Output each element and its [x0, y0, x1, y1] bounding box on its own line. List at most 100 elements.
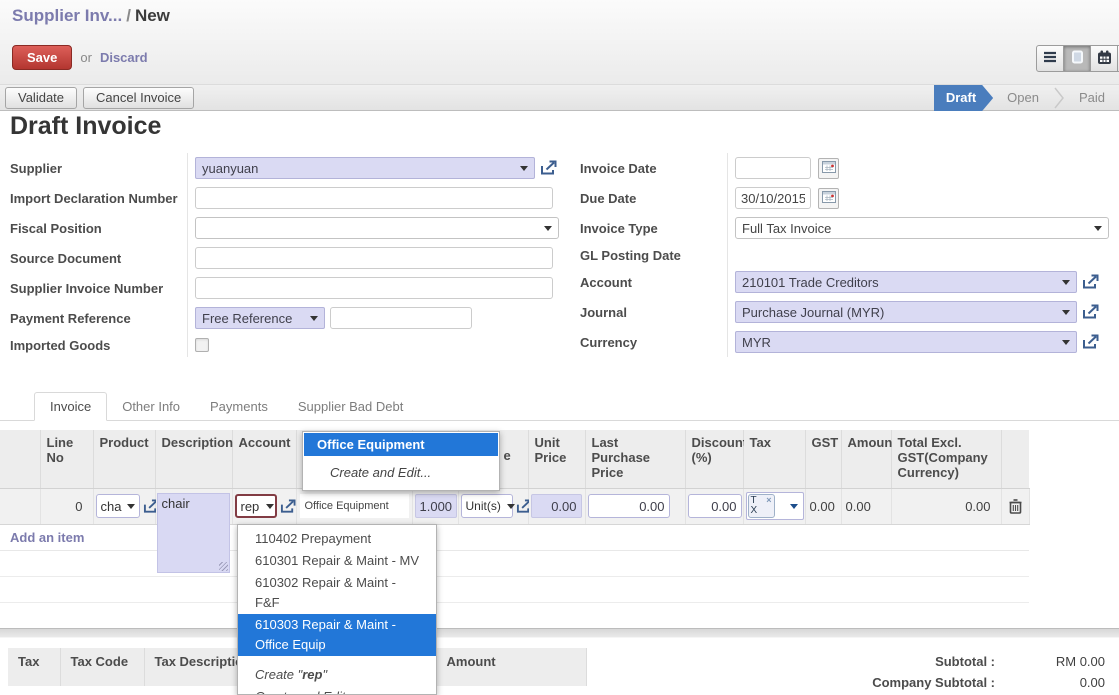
due-date-label: Due Date	[580, 183, 728, 213]
source-document-label: Source Document	[10, 243, 188, 273]
tax-tags-widget[interactable]: TX×	[746, 492, 804, 520]
dropdown-create-and-edit[interactable]: Create and Edit...	[238, 686, 436, 695]
view-switcher	[1036, 45, 1119, 72]
payment-reference-type-select[interactable]: Free Reference	[195, 307, 325, 329]
gst-header: GST	[805, 430, 841, 488]
delete-column-header	[1001, 430, 1029, 488]
open-record-icon[interactable]	[1082, 334, 1099, 350]
cancel-invoice-button[interactable]: Cancel Invoice	[83, 87, 194, 109]
tax-amount-col-header: Amount	[436, 648, 586, 686]
tab-other-info[interactable]: Other Info	[107, 393, 195, 420]
unit-price-input[interactable]	[531, 494, 582, 518]
dropdown-option-repair-office-equip[interactable]: 610303 Repair & Maint - Office Equip	[238, 614, 436, 656]
quantity-input[interactable]	[415, 494, 457, 518]
lines-header-row: Line No Product Description Account e Un…	[0, 430, 1029, 488]
breadcrumb: Supplier Inv.../New	[12, 6, 170, 26]
dropdown-option-repair-mv[interactable]: 610301 Repair & Maint - MV	[238, 550, 436, 572]
gl-posting-date-label: GL Posting Date	[580, 243, 728, 267]
description-cell: chair	[155, 488, 232, 524]
asset-category-input[interactable]: Office Equipment	[300, 494, 409, 518]
delete-line-cell	[1001, 488, 1029, 524]
open-record-icon[interactable]	[540, 160, 557, 176]
row-handle-cell[interactable]	[0, 488, 40, 524]
currency-field[interactable]: MYR	[735, 331, 1077, 353]
journal-field[interactable]: Purchase Journal (MYR)	[735, 301, 1077, 323]
calendar-icon	[1097, 50, 1112, 68]
state-pipeline: Draft Open Paid	[934, 85, 1119, 111]
invoice-line-row: 0 cha chair rep	[0, 488, 1029, 524]
open-record-icon[interactable]	[1082, 304, 1099, 320]
supplier-field[interactable]: yuanyuan	[195, 157, 535, 179]
notebook-tabs: Invoice Other Info Payments Supplier Bad…	[0, 392, 1119, 421]
subtotal-value: RM 0.00	[995, 651, 1105, 672]
calendar-view-button[interactable]	[1090, 45, 1118, 72]
remove-tag-icon[interactable]: ×	[766, 495, 771, 505]
dropdown-option-prepayment[interactable]: 110402 Prepayment	[238, 528, 436, 550]
section-divider[interactable]	[0, 628, 1119, 638]
payment-reference-input[interactable]	[330, 307, 472, 329]
due-date-input[interactable]	[735, 187, 811, 209]
tab-supplier-bad-debt[interactable]: Supplier Bad Debt	[283, 393, 419, 420]
due-date-picker-button[interactable]	[818, 188, 839, 209]
imported-goods-checkbox[interactable]	[195, 338, 209, 352]
tax-col-header: Tax	[8, 648, 60, 686]
add-item-row: Add an item	[0, 524, 1029, 550]
add-an-item-link[interactable]: Add an item	[10, 530, 84, 545]
validate-button[interactable]: Validate	[5, 87, 77, 109]
totals-block: Subtotal : RM 0.00 Company Subtotal : 0.…	[775, 651, 1105, 693]
tab-payments[interactable]: Payments	[195, 393, 283, 420]
import-declaration-number-input[interactable]	[195, 187, 553, 209]
save-button[interactable]: Save	[12, 45, 72, 70]
currency-label: Currency	[580, 327, 728, 357]
empty-line-row	[0, 550, 1029, 576]
handle-column-header	[0, 430, 40, 488]
category-autocomplete-dropdown: Office Equipment Create and Edit...	[302, 431, 500, 491]
discard-link[interactable]: Discard	[100, 50, 148, 65]
last-purchase-price-input[interactable]	[588, 494, 670, 518]
invoice-type-select[interactable]: Full Tax Invoice	[735, 217, 1109, 239]
list-view-button[interactable]	[1036, 45, 1064, 72]
tab-invoice[interactable]: Invoice	[34, 392, 107, 421]
resize-grip-icon[interactable]	[219, 562, 228, 571]
breadcrumb-separator: /	[122, 6, 135, 25]
line-no-cell: 0	[40, 488, 93, 524]
empty-line-row	[0, 602, 1029, 628]
chevron-down-icon	[127, 504, 135, 513]
account-line-select[interactable]: rep	[235, 494, 277, 518]
source-document-input[interactable]	[195, 247, 553, 269]
chevron-down-icon	[507, 504, 515, 513]
uom-cell: Unit(s)	[458, 488, 528, 524]
uom-select[interactable]: Unit(s)	[461, 494, 513, 518]
breadcrumb-parent-link[interactable]: Supplier Inv...	[12, 6, 122, 25]
trash-icon[interactable]	[1004, 499, 1027, 514]
open-record-icon[interactable]	[1082, 274, 1099, 290]
product-select[interactable]: cha	[96, 494, 140, 518]
chevron-down-icon	[310, 316, 318, 325]
form-view-button[interactable]	[1063, 45, 1091, 72]
unit-price-header: Unit Price	[528, 430, 585, 488]
chevron-right-icon	[1053, 85, 1065, 111]
subtotal-row: Subtotal : RM 0.00	[775, 651, 1105, 672]
discount-input[interactable]	[688, 494, 742, 518]
open-record-icon[interactable]	[280, 499, 296, 514]
dropdown-option-office-equipment[interactable]: Office Equipment	[304, 433, 498, 456]
description-textarea[interactable]: chair	[157, 493, 230, 573]
product-cell: cha	[93, 488, 155, 524]
form-left-column: Supplier yuanyuan Import Declaration Num…	[10, 153, 562, 357]
dropdown-option-repair-ff[interactable]: 610302 Repair & Maint - F&F	[238, 572, 436, 614]
form-icon	[1071, 50, 1084, 67]
list-icon	[1043, 51, 1057, 66]
state-paid: Paid	[1065, 85, 1119, 111]
fiscal-position-select[interactable]	[195, 217, 559, 239]
account-field[interactable]: 210101 Trade Creditors	[735, 271, 1077, 293]
invoice-date-input[interactable]	[735, 157, 811, 179]
fiscal-position-label: Fiscal Position	[10, 213, 188, 243]
invoice-date-picker-button[interactable]	[818, 158, 839, 179]
dropdown-create-option[interactable]: Create "rep"	[238, 664, 436, 686]
supplier-invoice-number-input[interactable]	[195, 277, 553, 299]
dropdown-create-and-edit[interactable]: Create and Edit...	[304, 456, 498, 489]
empty-line-row	[0, 576, 1029, 602]
chevron-down-icon[interactable]	[790, 504, 798, 513]
discount-header: Discount (%)	[685, 430, 743, 488]
product-header: Product	[93, 430, 155, 488]
